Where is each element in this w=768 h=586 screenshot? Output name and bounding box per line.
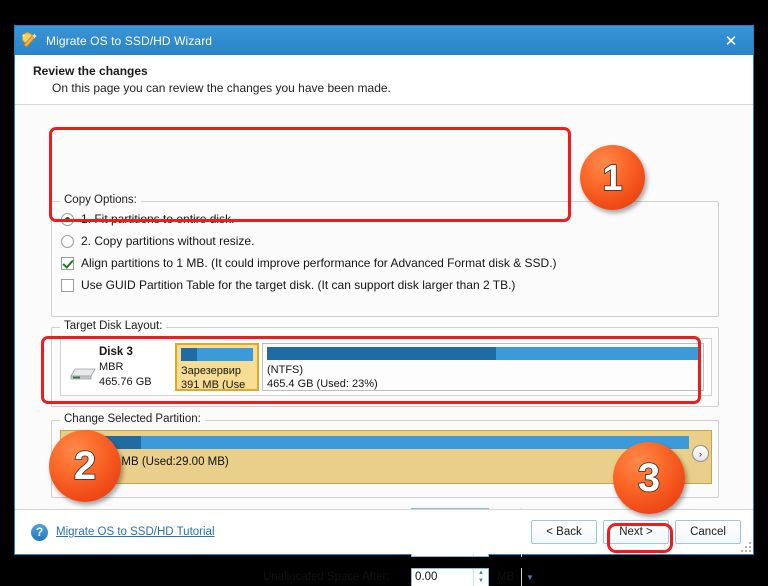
window-title: Migrate OS to SSD/HD Wizard: [46, 33, 213, 48]
chevron-right-icon[interactable]: ›: [692, 445, 709, 462]
radio-icon[interactable]: [61, 234, 74, 248]
target-disk-layout-group: Target Disk Layout: Disk 3 MBR 465.76 GB: [51, 320, 719, 407]
badge-number: 1: [602, 156, 624, 198]
partition-name: (NTFS): [267, 364, 304, 376]
partition-ntfs[interactable]: (NTFS) 465.4 GB (Used: 23%): [262, 343, 704, 391]
screen: Migrate OS to SSD/HD Wizard ✕ Review the…: [0, 0, 768, 586]
change-partition-legend: Change Selected Partition:: [60, 413, 205, 425]
option-copy-without-resize[interactable]: 2. Copy partitions without resize.: [61, 230, 709, 252]
disk-info: Disk 3 MBR 465.76 GB: [99, 343, 175, 391]
back-button[interactable]: < Back: [531, 520, 597, 544]
option-label: Align partitions to 1 MB. (It could impr…: [81, 256, 557, 270]
wizard-footer: ? Migrate OS to SSD/HD Tutorial < Back N…: [15, 509, 753, 554]
option-label: 2. Copy partitions without resize.: [81, 234, 255, 248]
next-button[interactable]: Next >: [603, 520, 669, 544]
option-label: 1. Fit partitions to entire disk.: [81, 212, 235, 226]
radio-icon[interactable]: [61, 212, 74, 226]
partition-usage-bar: [181, 348, 253, 361]
annotation-badge-3: 3: [613, 442, 685, 514]
hard-disk-icon: [65, 343, 99, 391]
help-icon[interactable]: ?: [31, 523, 48, 541]
partition-used-fill: [267, 347, 496, 360]
footer-buttons: < Back Next > Cancel: [531, 520, 741, 544]
unit-label: MB: [497, 571, 515, 583]
disk-name: Disk 3: [99, 346, 133, 358]
resize-grip[interactable]: [739, 540, 751, 552]
target-disk-panel: Disk 3 MBR 465.76 GB Зарезервир 391 MB (…: [60, 338, 712, 396]
partition-usage-bar: [267, 347, 699, 360]
wizard-wand-icon: [21, 31, 39, 50]
option-use-gpt[interactable]: Use GUID Partition Table for the target …: [61, 274, 709, 296]
checkbox-icon[interactable]: [61, 278, 74, 292]
unit-dropdown-icon[interactable]: ▼: [521, 567, 538, 586]
disk-scheme: MBR: [99, 361, 124, 373]
page-title: Review the changes: [33, 64, 148, 78]
badge-number: 2: [73, 444, 97, 488]
unallocated-after-stepper[interactable]: ▲ ▼: [411, 567, 489, 586]
page-subtitle: On this page you can review the changes …: [52, 81, 391, 95]
field-label: Unallocated Space After:: [263, 571, 390, 583]
target-disk-layout-legend: Target Disk Layout:: [60, 320, 167, 332]
stepper-buttons[interactable]: ▲ ▼: [473, 568, 488, 586]
copy-options-group: Copy Options: 1. Fit partitions to entir…: [51, 194, 719, 317]
tutorial-link[interactable]: Migrate OS to SSD/HD Tutorial: [56, 526, 215, 538]
partition-name: Зарезервир: [181, 365, 242, 377]
partition-size: 391 MB (Use: [181, 379, 246, 391]
partition-size: 465.4 GB (Used: 23%): [267, 378, 378, 390]
annotation-badge-1: 1: [580, 145, 645, 210]
copy-options-legend: Copy Options:: [60, 194, 141, 206]
partition-used-fill: [181, 348, 197, 361]
option-fit-partitions[interactable]: 1. Fit partitions to entire disk.: [61, 208, 709, 230]
checkbox-icon[interactable]: [61, 256, 74, 270]
field-unallocated-after: Unallocated Space After: ▲ ▼ MB ▼: [263, 565, 543, 586]
unallocated-after-input[interactable]: [412, 567, 479, 586]
option-label: Use GUID Partition Table for the target …: [81, 278, 516, 292]
selected-partition-label: 390.00 MB (Used:29.00 MB): [83, 456, 229, 468]
annotation-badge-2: 2: [49, 430, 121, 502]
title-bar: Migrate OS to SSD/HD Wizard ✕: [15, 26, 753, 55]
option-align-partitions[interactable]: Align partitions to 1 MB. (It could impr…: [61, 252, 709, 274]
page-header: Review the changes On this page you can …: [15, 55, 753, 105]
stepper-up-icon[interactable]: ▲: [474, 569, 488, 578]
close-icon[interactable]: ✕: [709, 26, 753, 55]
disk-capacity: 465.76 GB: [99, 376, 152, 388]
partition-reserved[interactable]: Зарезервир 391 MB (Use: [175, 343, 259, 391]
stepper-down-icon[interactable]: ▼: [474, 577, 488, 586]
cancel-button[interactable]: Cancel: [675, 520, 741, 544]
badge-number: 3: [637, 456, 661, 500]
copy-options-list: 1. Fit partitions to entire disk. 2. Cop…: [61, 208, 709, 296]
selected-partition-bar[interactable]: [83, 436, 689, 449]
